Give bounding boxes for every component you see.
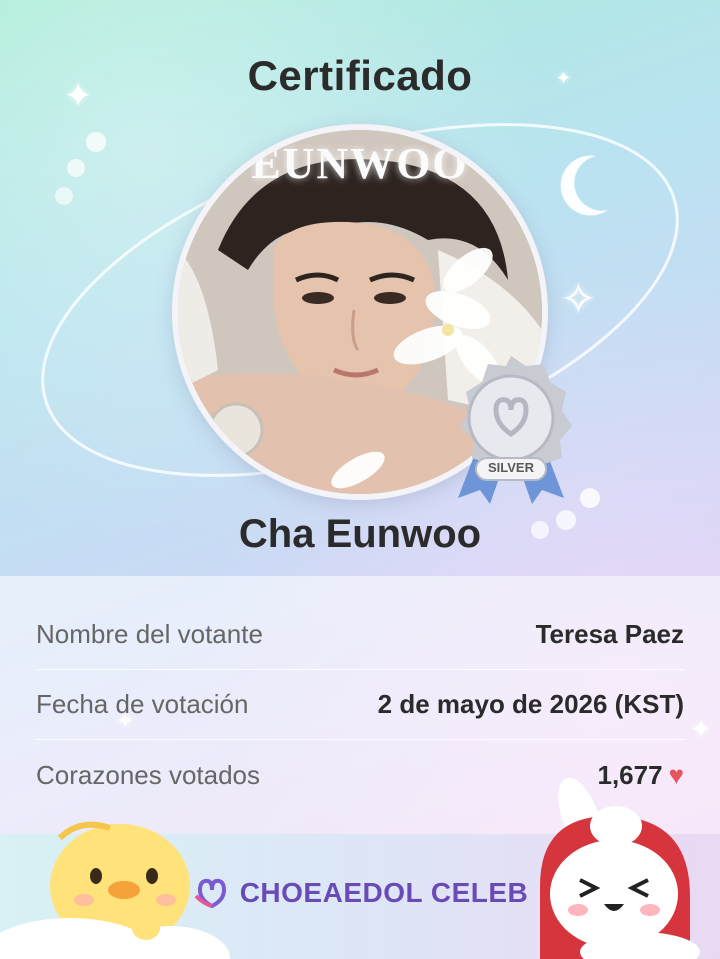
moon-icon (560, 155, 608, 216)
artist-name: Cha Eunwoo (238, 512, 482, 556)
bunny-mascot-icon (540, 777, 700, 959)
photo-brand-text: EUNWOO (251, 139, 469, 188)
choeaedol-logo-icon (194, 878, 226, 909)
brand-logo: CHOEAEDOL CELEB (0, 876, 720, 910)
detail-value: Teresa Paez (535, 619, 684, 649)
certificate-title: Certificado (247, 52, 473, 99)
detail-label: Corazones votados (36, 759, 261, 790)
silver-medal-icon: SILVER (440, 352, 582, 508)
detail-value: 2 de mayo de 2026 (KST) (377, 689, 684, 719)
brand-name: CHOEAEDOL CELEB (239, 877, 529, 908)
detail-row-voter: Nombre del votante Teresa Paez (36, 600, 684, 670)
detail-row-date: Fecha de votación 2 de mayo de 2026 (KST… (36, 670, 684, 740)
detail-label: Fecha de votación (36, 689, 249, 719)
sparkle-icon: ✧ (560, 275, 597, 324)
medal-label: SILVER (488, 460, 534, 475)
detail-label: Nombre del votante (36, 619, 263, 649)
